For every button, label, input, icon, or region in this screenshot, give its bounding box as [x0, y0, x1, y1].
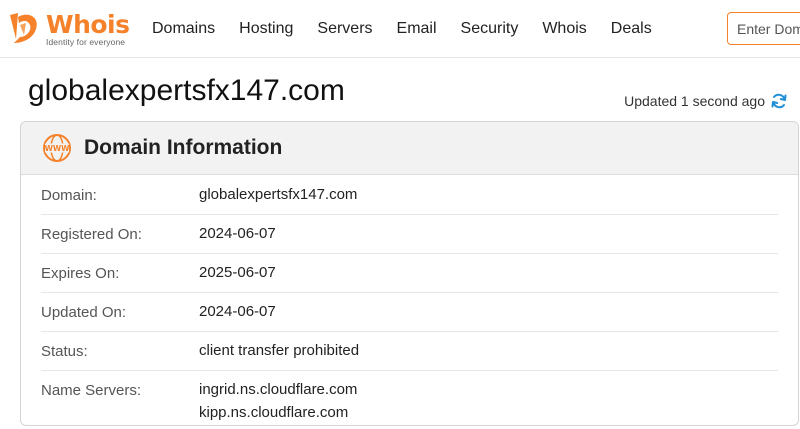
info-row-domain: Domain: globalexpertsfx147.com: [41, 176, 778, 215]
expires-on-value: 2025-06-07: [199, 264, 276, 281]
expires-on-label: Expires On:: [41, 265, 120, 282]
logo-tagline: Identity for everyone: [46, 37, 126, 47]
main-nav: Domains Hosting Servers Email Security W…: [140, 0, 664, 58]
top-navigation-bar: Whois Identity for everyone Domains Host…: [0, 0, 800, 58]
page-title: globalexpertsfx147.com: [28, 74, 345, 107]
nav-servers[interactable]: Servers: [317, 20, 372, 38]
name-servers-label: Name Servers:: [41, 382, 142, 399]
logo-icon: [10, 13, 37, 43]
whois-logo[interactable]: Whois Identity for everyone: [6, 9, 130, 49]
registered-on-label: Registered On:: [41, 226, 142, 243]
info-row-registered: Registered On: 2024-06-07: [41, 215, 778, 254]
name-server-2: kipp.ns.cloudflare.com: [199, 404, 349, 421]
logo-wordmark: Whois: [46, 10, 130, 39]
name-servers-value: ingrid.ns.cloudflare.com kipp.ns.cloudfl…: [199, 378, 357, 424]
info-row-updated: Updated On: 2024-06-07: [41, 293, 778, 332]
nav-email[interactable]: Email: [397, 20, 437, 38]
info-row-expires: Expires On: 2025-06-07: [41, 254, 778, 293]
panel-title: Domain Information: [84, 136, 283, 159]
nav-security[interactable]: Security: [461, 20, 519, 38]
status-value: client transfer prohibited: [199, 342, 360, 359]
www-icon-label: WWW: [45, 144, 71, 153]
updated-on-value: 2024-06-07: [199, 303, 276, 320]
domain-search-input[interactable]: [728, 13, 800, 44]
domain-value: globalexpertsfx147.com: [199, 186, 358, 203]
status-label: Status:: [41, 343, 88, 360]
panel-header: WWW Domain Information: [21, 122, 798, 175]
nav-domains[interactable]: Domains: [152, 20, 215, 38]
nav-deals[interactable]: Deals: [611, 20, 652, 38]
name-server-1: ingrid.ns.cloudflare.com: [199, 381, 358, 398]
refresh-icon[interactable]: [770, 92, 788, 110]
updated-on-label: Updated On:: [41, 304, 127, 321]
last-updated: Updated 1 second ago: [624, 92, 788, 110]
www-globe-icon: WWW: [43, 134, 71, 162]
nav-whois[interactable]: Whois: [542, 20, 586, 38]
domain-information-panel: WWW Domain Information Domain: globalexp…: [20, 121, 799, 426]
domain-label: Domain:: [41, 187, 97, 204]
registered-on-value: 2024-06-07: [199, 225, 276, 242]
info-row-status: Status: client transfer prohibited: [41, 332, 778, 371]
info-row-name-servers: Name Servers: ingrid.ns.cloudflare.com k…: [41, 371, 778, 425]
domain-info-table: Domain: globalexpertsfx147.com Registere…: [21, 176, 798, 425]
last-updated-text: Updated 1 second ago: [624, 93, 765, 109]
nav-hosting[interactable]: Hosting: [239, 20, 293, 38]
domain-search-box: [727, 12, 800, 45]
